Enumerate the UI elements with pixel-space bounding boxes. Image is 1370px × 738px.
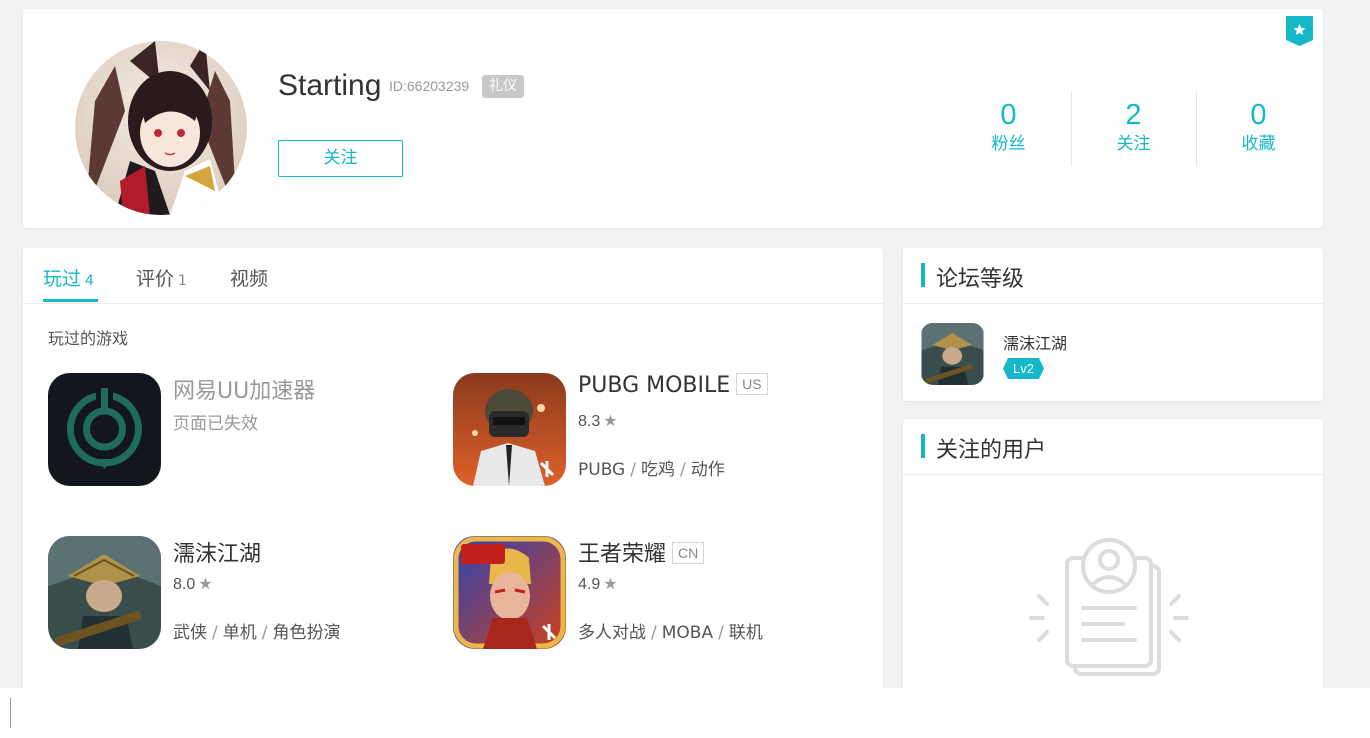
star-icon: ★ bbox=[603, 413, 618, 430]
stat-value: 0 bbox=[1000, 99, 1017, 131]
card-header: 论坛等级 bbox=[903, 248, 1323, 304]
game-title: PUBG MOBILE bbox=[578, 373, 731, 398]
verified-ribbon-icon bbox=[1286, 16, 1313, 46]
tab-label: 视频 bbox=[230, 268, 269, 290]
title-badge: 礼仪 bbox=[482, 75, 524, 98]
game-name[interactable]: 网易UU加速器 bbox=[173, 373, 315, 405]
played-games-card: 玩过 4 评价 1 视频 玩过的游戏 网易UU加速器 页面已失效 PUBG MO… bbox=[23, 248, 883, 708]
game-status: 页面已失效 bbox=[173, 414, 258, 434]
game-item[interactable]: 王者荣耀 CN 4.9 ★ 多人对战 / MOBA / 联机 bbox=[453, 536, 833, 651]
text-caret bbox=[10, 698, 11, 728]
stat-fans[interactable]: 0 粉丝 bbox=[946, 92, 1071, 156]
game-name[interactable]: 濡沫江湖 bbox=[173, 536, 261, 568]
tag-link[interactable]: 单机 bbox=[223, 623, 257, 643]
stat-label: 关注 bbox=[1116, 134, 1151, 154]
game-item[interactable]: 网易UU加速器 页面已失效 bbox=[48, 373, 428, 488]
game-tags: 武侠 / 单机 / 角色扮演 bbox=[173, 623, 341, 643]
game-tags: 多人对战 / MOBA / 联机 bbox=[578, 623, 763, 643]
level-badge: Lv2 bbox=[1003, 358, 1044, 379]
tag-link[interactable]: MOBA bbox=[662, 623, 713, 643]
card-title: 论坛等级 bbox=[936, 267, 1025, 292]
tab-reviews[interactable]: 评价 1 bbox=[136, 264, 187, 291]
active-tab-indicator bbox=[43, 299, 98, 302]
game-item[interactable]: PUBG MOBILE US 8.3 ★ PUBG / 吃鸡 / 动作 bbox=[453, 373, 833, 488]
honor-of-kings-icon[interactable] bbox=[453, 536, 566, 649]
region-badge: CN bbox=[672, 542, 705, 564]
tab-count: 1 bbox=[178, 273, 187, 289]
profile-card: Starting ID:66203239 礼仪 关注 0 粉丝 2 关注 0 收… bbox=[23, 9, 1323, 228]
forum-game-name[interactable]: 濡沫江湖 bbox=[1003, 330, 1067, 354]
following-users-card: 关注的用户 bbox=[903, 419, 1323, 709]
game-item[interactable]: 濡沫江湖 8.0 ★ 武侠 / 单机 / 角色扮演 bbox=[48, 536, 428, 651]
game-rating: 8.3 ★ bbox=[578, 411, 618, 431]
tag-link[interactable]: 动作 bbox=[691, 460, 725, 480]
stat-label: 粉丝 bbox=[991, 134, 1026, 154]
rumo-jianghu-icon[interactable] bbox=[921, 323, 984, 385]
uu-accelerator-icon[interactable] bbox=[48, 373, 161, 486]
rumo-jianghu-icon[interactable] bbox=[48, 536, 161, 649]
accent-bar bbox=[921, 434, 925, 458]
avatar[interactable] bbox=[75, 41, 247, 215]
card-title: 关注的用户 bbox=[936, 438, 1047, 463]
stat-value: 0 bbox=[1250, 99, 1267, 131]
pubg-icon[interactable] bbox=[453, 373, 566, 486]
profile-stats: 0 粉丝 2 关注 0 收藏 bbox=[946, 92, 1321, 166]
game-title: 王者荣耀 bbox=[578, 542, 667, 567]
username: Starting bbox=[278, 69, 382, 102]
game-name[interactable]: PUBG MOBILE US bbox=[578, 373, 768, 398]
game-rating: 4.9 ★ bbox=[578, 574, 618, 594]
bottom-input-strip bbox=[0, 688, 1370, 738]
section-title: 玩过的游戏 bbox=[48, 329, 129, 348]
level-label: Lv2 bbox=[1013, 361, 1034, 376]
tag-link[interactable]: 联机 bbox=[729, 623, 763, 643]
stat-label: 收藏 bbox=[1241, 134, 1276, 154]
tag-link[interactable]: 武侠 bbox=[173, 623, 207, 643]
tab-bar: 玩过 4 评价 1 视频 bbox=[23, 248, 883, 304]
region-badge: US bbox=[736, 373, 768, 395]
star-icon: ★ bbox=[603, 576, 618, 593]
tag-link[interactable]: 吃鸡 bbox=[641, 460, 675, 480]
rating-value: 8.0 bbox=[173, 576, 196, 593]
tab-videos[interactable]: 视频 bbox=[230, 264, 268, 291]
forum-level-card: 论坛等级 濡沫江湖 Lv2 bbox=[903, 248, 1323, 401]
tab-label: 评价 bbox=[136, 268, 175, 290]
stat-following[interactable]: 2 关注 bbox=[1071, 92, 1196, 166]
star-icon: ★ bbox=[198, 576, 213, 593]
tab-played[interactable]: 玩过 4 bbox=[43, 264, 94, 291]
tag-link[interactable]: PUBG bbox=[578, 460, 625, 480]
stat-value: 2 bbox=[1125, 99, 1142, 131]
tag-link[interactable]: 多人对战 bbox=[578, 623, 646, 643]
rating-value: 8.3 bbox=[578, 413, 601, 430]
tab-count: 4 bbox=[85, 273, 94, 289]
empty-state-illustration-icon bbox=[1029, 538, 1189, 676]
tab-label: 玩过 bbox=[43, 268, 82, 290]
card-header: 关注的用户 bbox=[903, 419, 1323, 475]
game-name[interactable]: 王者荣耀 CN bbox=[578, 536, 705, 568]
game-tags: PUBG / 吃鸡 / 动作 bbox=[578, 460, 725, 480]
follow-button[interactable]: 关注 bbox=[278, 140, 403, 177]
accent-bar bbox=[921, 263, 925, 287]
game-rating: 8.0 ★ bbox=[173, 574, 213, 594]
tag-link[interactable]: 角色扮演 bbox=[272, 623, 340, 643]
user-id: ID:66203239 bbox=[389, 78, 470, 94]
rating-value: 4.9 bbox=[578, 576, 601, 593]
stat-favorites[interactable]: 0 收藏 bbox=[1196, 92, 1321, 166]
